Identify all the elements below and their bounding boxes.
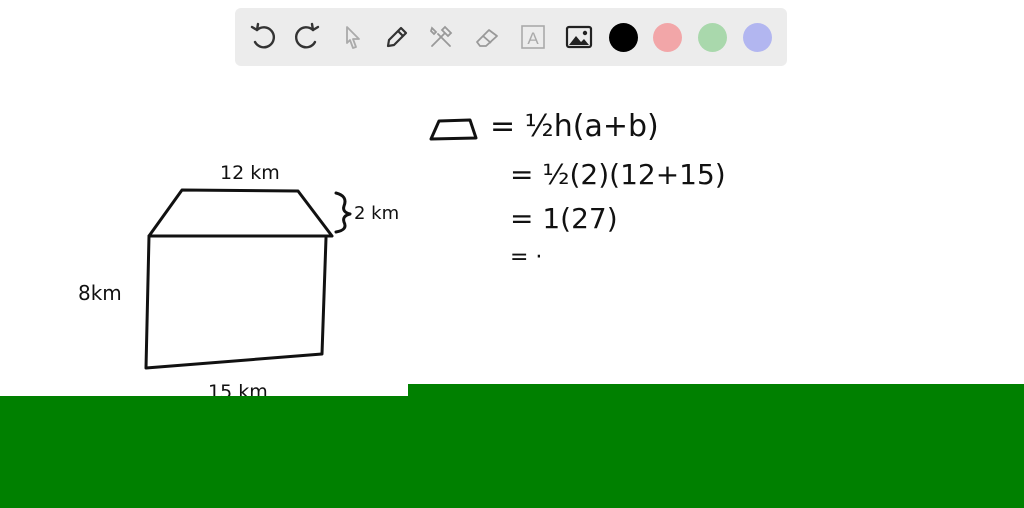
- select-tool-button[interactable]: [337, 21, 369, 53]
- pen-tool-button[interactable]: [381, 21, 413, 53]
- redo-icon: [294, 22, 320, 49]
- drawing-toolbar: A: [235, 8, 787, 66]
- shapes-tool-button[interactable]: [425, 21, 457, 53]
- redo-button[interactable]: [291, 21, 323, 53]
- undo-icon: [250, 22, 276, 49]
- trapezoid-outline: [147, 188, 334, 238]
- green-overlay-step: [408, 384, 1024, 396]
- color-blue-swatch[interactable]: [743, 23, 772, 52]
- image-tool-button[interactable]: [563, 21, 595, 53]
- image-icon: [565, 25, 593, 49]
- left-height-label: 8km: [78, 281, 122, 305]
- color-black-swatch[interactable]: [609, 23, 638, 52]
- eraser-tool-button[interactable]: [471, 21, 503, 53]
- color-green-swatch[interactable]: [698, 23, 727, 52]
- color-red-swatch[interactable]: [653, 23, 682, 52]
- eraser-icon: [476, 29, 498, 47]
- text-tool-button[interactable]: A: [517, 21, 549, 53]
- formula-line-1: = ½h(a+b): [490, 109, 659, 144]
- side-height-label: 2 km: [354, 203, 399, 224]
- svg-text:A: A: [527, 29, 539, 48]
- pointer-icon: [346, 26, 360, 49]
- trapezoid-symbol: [429, 118, 478, 141]
- top-length-label: 12 km: [220, 162, 280, 184]
- tools-icon: [429, 25, 453, 47]
- height-brace: [334, 191, 352, 234]
- green-overlay-bottom: [0, 396, 1024, 508]
- undo-button[interactable]: [247, 21, 279, 53]
- rectangle-outline: [144, 234, 328, 370]
- composite-shape-drawing: [144, 188, 352, 370]
- pen-icon: [386, 26, 408, 48]
- formula-line-3: = 1(27): [510, 202, 618, 235]
- formula-line-2: = ½(2)(12+15): [510, 158, 726, 191]
- formula-line-4: = ·: [510, 245, 542, 270]
- text-icon: A: [521, 25, 545, 49]
